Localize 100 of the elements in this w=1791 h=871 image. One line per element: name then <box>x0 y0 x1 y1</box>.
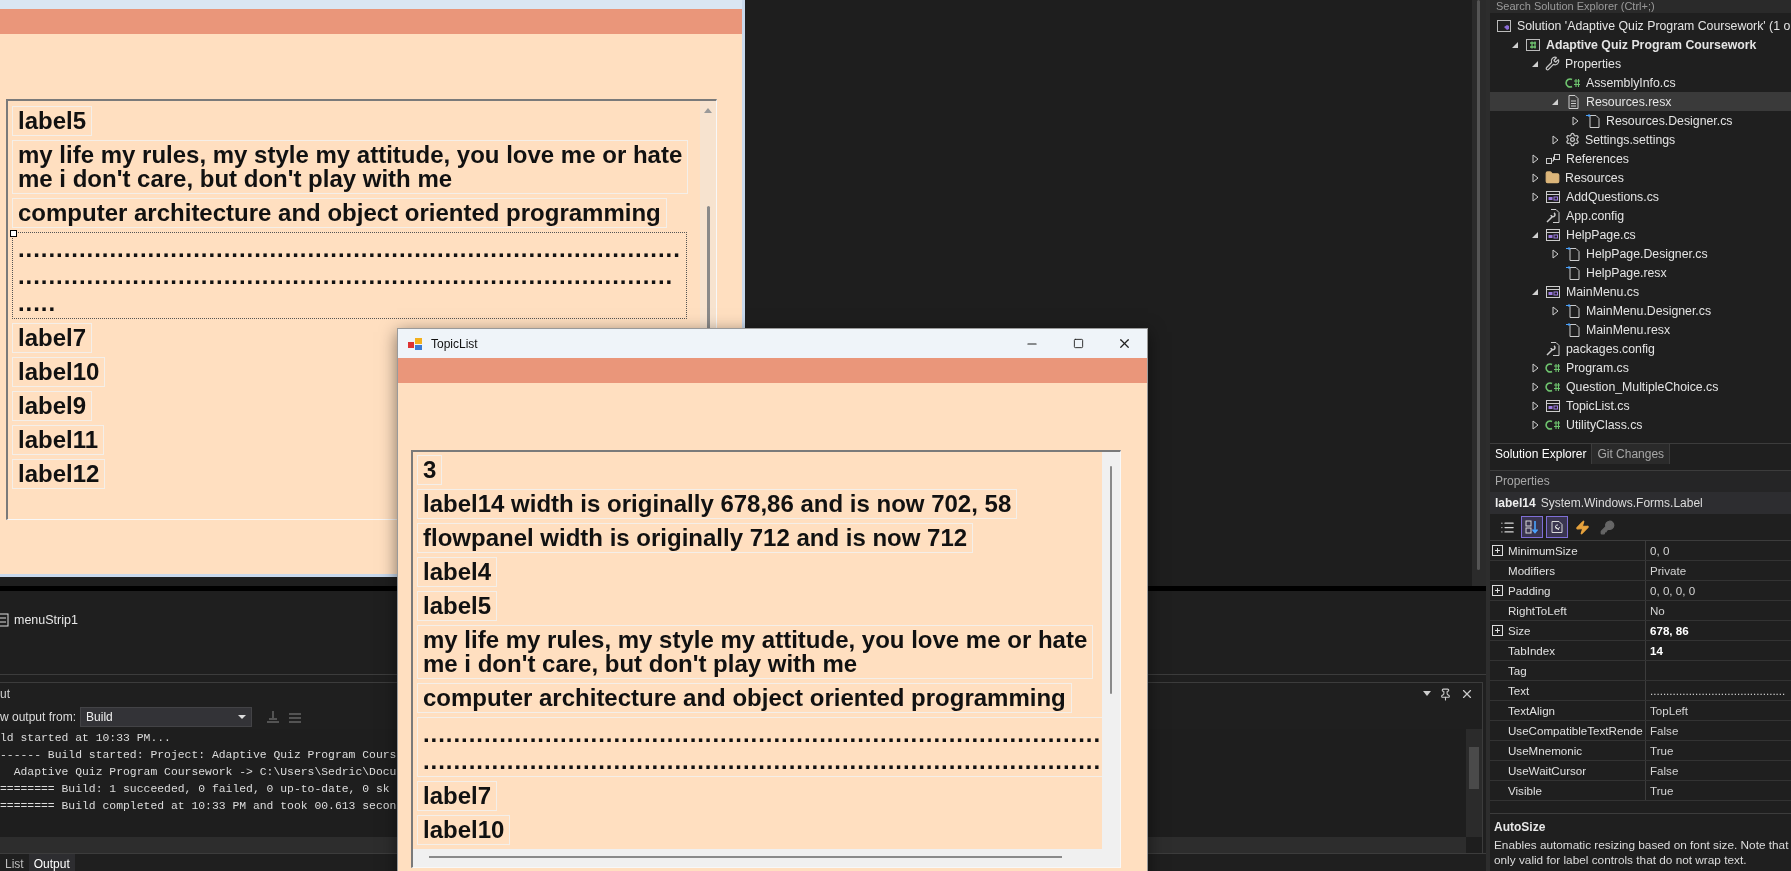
component-item[interactable]: menuStrip1 <box>14 613 78 627</box>
property-row[interactable]: Text .......................................... <box>1490 681 1791 701</box>
property-row[interactable]: Padding 0, 0, 0, 0 <box>1490 581 1791 601</box>
property-value[interactable]: .......................................... <box>1646 684 1791 697</box>
property-value[interactable]: 14 <box>1646 644 1791 657</box>
tree-item[interactable]: Resources.resx <box>1490 92 1791 111</box>
close-icon[interactable] <box>1460 687 1474 701</box>
collapsed-arrow-icon[interactable] <box>1531 419 1539 430</box>
collapsed-arrow-icon[interactable] <box>1531 400 1539 411</box>
property-value[interactable]: No <box>1646 604 1791 617</box>
property-row[interactable]: Tag <box>1490 661 1791 681</box>
collapsed-arrow-icon[interactable] <box>1531 191 1539 202</box>
search-field[interactable]: Search Solution Explorer (Ctrl+;) <box>1490 0 1791 13</box>
property-row[interactable]: UseWaitCursor False <box>1490 761 1791 781</box>
collapsed-arrow-icon[interactable] <box>1531 172 1539 183</box>
property-name[interactable]: UseMnemonic <box>1506 741 1646 760</box>
expanded-arrow-icon[interactable] <box>1531 59 1539 68</box>
form-label: label12 <box>12 459 106 489</box>
property-name[interactable]: UseCompatibleTextRende <box>1506 721 1646 740</box>
property-name[interactable]: Visible <box>1506 781 1646 800</box>
scrollbar[interactable] <box>1466 729 1482 837</box>
property-name[interactable]: MinimumSize <box>1506 541 1646 560</box>
tree-item[interactable]: MainMenu.resx <box>1490 320 1791 339</box>
dropdown-icon[interactable] <box>1423 691 1431 697</box>
collapsed-arrow-icon[interactable] <box>1531 362 1539 373</box>
property-value[interactable]: TopLeft <box>1646 704 1791 717</box>
tree-item[interactable]: Properties <box>1490 54 1791 73</box>
property-name[interactable]: Tag <box>1506 661 1646 680</box>
scrollbar[interactable] <box>1102 452 1120 849</box>
file-icon <box>1585 112 1601 129</box>
tree-item[interactable]: HelpPage.Designer.cs <box>1490 244 1791 263</box>
sort-icon <box>1524 519 1540 535</box>
expand-icon[interactable] <box>1492 625 1503 636</box>
panel-tab[interactable]: Git Changes <box>1592 444 1671 464</box>
toolbar-button[interactable] <box>1521 516 1543 538</box>
tree-item[interactable]: Resources.Designer.cs <box>1490 111 1791 130</box>
tree-item[interactable]: HelpPage.resx <box>1490 263 1791 282</box>
property-name[interactable]: Text <box>1506 681 1646 700</box>
panel-tab[interactable]: Output <box>28 854 75 871</box>
expand-icon[interactable] <box>1492 545 1503 556</box>
property-row[interactable]: TabIndex 14 <box>1490 641 1791 661</box>
tree-item[interactable]: MainMenu.cs <box>1490 282 1791 301</box>
property-name[interactable]: UseWaitCursor <box>1506 761 1646 780</box>
pin-icon[interactable] <box>1439 687 1452 701</box>
tree-item[interactable]: AssemblyInfo.cs <box>1490 73 1791 92</box>
collapsed-arrow-icon[interactable] <box>1551 248 1559 259</box>
expanded-arrow-icon[interactable] <box>1531 287 1539 296</box>
property-name[interactable]: Size <box>1506 621 1646 640</box>
expanded-arrow-icon[interactable] <box>1551 97 1559 106</box>
collapsed-arrow-icon[interactable] <box>1531 381 1539 392</box>
property-name[interactable]: RightToLeft <box>1506 601 1646 620</box>
tree-item[interactable]: Resources <box>1490 168 1791 187</box>
collapsed-arrow-icon[interactable] <box>1571 115 1579 126</box>
collapsed-arrow-icon[interactable] <box>1531 153 1539 164</box>
tree-item[interactable]: Adaptive Quiz Program Coursework <box>1490 35 1791 54</box>
tree-item[interactable]: Solution 'Adaptive Quiz Program Coursework' (1 o <box>1490 16 1791 35</box>
collapsed-arrow-icon[interactable] <box>1551 134 1559 145</box>
tree-item[interactable]: UtilityClass.cs <box>1490 415 1791 434</box>
property-row[interactable]: Size 678, 86 <box>1490 621 1791 641</box>
property-row[interactable]: RightToLeft No <box>1490 601 1791 621</box>
property-name[interactable]: TextAlign <box>1506 701 1646 720</box>
property-value[interactable]: False <box>1646 764 1791 777</box>
output-source-dropdown[interactable]: Build <box>80 707 253 727</box>
panel-tab[interactable]: List <box>0 854 29 871</box>
property-value[interactable]: 0, 0 <box>1646 544 1791 557</box>
property-row[interactable]: Visible True <box>1490 781 1791 801</box>
tree-item[interactable]: Settings.settings <box>1490 130 1791 149</box>
tree-item[interactable]: AddQuestions.cs <box>1490 187 1791 206</box>
property-value[interactable]: False <box>1646 724 1791 737</box>
property-value[interactable]: True <box>1646 744 1791 757</box>
property-name[interactable]: TabIndex <box>1506 641 1646 660</box>
selection-handle[interactable] <box>10 230 17 237</box>
tree-item[interactable]: MainMenu.Designer.cs <box>1490 301 1791 320</box>
tree-item[interactable]: HelpPage.cs <box>1490 225 1791 244</box>
property-row[interactable]: UseMnemonic True <box>1490 741 1791 761</box>
tree-item[interactable]: Program.cs <box>1490 358 1791 377</box>
tree-item[interactable]: packages.config <box>1490 339 1791 358</box>
property-row[interactable]: Modifiers Private <box>1490 561 1791 581</box>
property-value[interactable]: Private <box>1646 564 1791 577</box>
property-name[interactable]: Modifiers <box>1506 561 1646 580</box>
tree-item[interactable]: Question_MultipleChoice.cs <box>1490 377 1791 396</box>
tree-item[interactable]: App.config <box>1490 206 1791 225</box>
form-label: label14 width is originally 678,86 and is now 702, 58 <box>417 489 1018 519</box>
property-value[interactable]: 678, 86 <box>1646 624 1791 637</box>
collapsed-arrow-icon[interactable] <box>1551 305 1559 316</box>
property-name[interactable]: Padding <box>1506 581 1646 600</box>
tree-item[interactable]: TopicList.cs <box>1490 396 1791 415</box>
expanded-arrow-icon[interactable] <box>1511 40 1519 49</box>
scrollbar[interactable] <box>1472 0 1486 586</box>
property-row[interactable]: UseCompatibleTextRende False <box>1490 721 1791 741</box>
property-row[interactable]: MinimumSize 0, 0 <box>1490 541 1791 561</box>
property-value[interactable]: 0, 0, 0, 0 <box>1646 584 1791 597</box>
expanded-arrow-icon[interactable] <box>1531 230 1539 239</box>
toolbar-button[interactable] <box>1546 516 1568 538</box>
property-value[interactable]: True <box>1646 784 1791 797</box>
expand-icon[interactable] <box>1492 585 1503 596</box>
property-row[interactable]: TextAlign TopLeft <box>1490 701 1791 721</box>
maximize-icon[interactable] <box>1072 338 1084 349</box>
tree-item[interactable]: References <box>1490 149 1791 168</box>
horizontal-scrollbar[interactable] <box>413 849 1102 867</box>
